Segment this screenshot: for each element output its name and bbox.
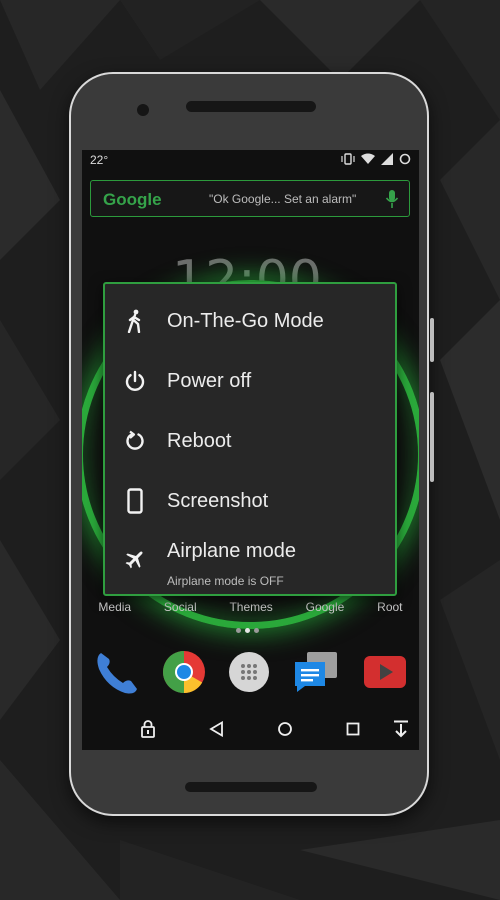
page-dot: [254, 628, 259, 633]
menu-item-airplane-mode[interactable]: Airplane mode Airplane mode is OFF: [105, 532, 395, 590]
menu-item-reboot[interactable]: Reboot: [105, 412, 395, 470]
recents-icon[interactable]: [342, 718, 364, 740]
category-root[interactable]: Root: [377, 600, 402, 614]
app-drawer-icon[interactable]: [228, 651, 270, 693]
reboot-icon: [124, 430, 146, 452]
home-categories: Media Social Themes Google Root: [82, 600, 419, 614]
menu-label: Airplane mode: [167, 540, 296, 562]
menu-item-power-off[interactable]: Power off: [105, 352, 395, 410]
phone-icon[interactable]: [93, 649, 139, 695]
wifi-icon: [361, 153, 375, 164]
side-button-top: [430, 318, 434, 362]
back-icon[interactable]: [206, 718, 228, 740]
search-hint: "Ok Google... Set an alarm": [209, 192, 357, 206]
bottom-speaker: [185, 782, 317, 792]
messages-icon[interactable]: [293, 650, 339, 694]
signal-icon: [381, 153, 393, 165]
vibrate-icon: [341, 153, 355, 165]
chrome-icon[interactable]: [162, 650, 206, 694]
power-menu: On-The-Go Mode Power off Reboot Screensh…: [103, 282, 397, 596]
google-logo: Google: [103, 190, 162, 209]
status-bar: 22°: [82, 150, 419, 172]
menu-item-on-the-go-mode[interactable]: On-The-Go Mode: [105, 292, 395, 350]
home-icon[interactable]: [274, 718, 296, 740]
menu-label: Power off: [167, 370, 252, 392]
notification-pull-down-icon[interactable]: [390, 718, 412, 740]
earpiece-speaker: [186, 101, 316, 112]
page-indicator: [236, 628, 259, 633]
phone-screenshot-icon: [124, 488, 146, 514]
menu-sublabel: Airplane mode is OFF: [167, 574, 284, 588]
category-media[interactable]: Media: [98, 600, 131, 614]
menu-label: Screenshot: [167, 490, 269, 512]
youtube-icon[interactable]: [362, 652, 408, 692]
menu-item-screenshot[interactable]: Screenshot: [105, 472, 395, 530]
front-camera: [137, 104, 149, 116]
category-social[interactable]: Social: [164, 600, 197, 614]
navigation-bar: [82, 710, 419, 750]
lock-icon[interactable]: [137, 718, 159, 740]
google-search-bar[interactable]: Google "Ok Google... Set an alarm": [90, 180, 410, 217]
side-button-volume: [430, 392, 434, 482]
menu-label: On-The-Go Mode: [167, 310, 324, 332]
category-google[interactable]: Google: [306, 600, 345, 614]
status-temperature: 22°: [90, 153, 109, 167]
battery-icon: [399, 153, 411, 165]
app-dock: [82, 647, 419, 697]
category-themes[interactable]: Themes: [229, 600, 272, 614]
page-dot: [236, 628, 241, 633]
power-icon: [124, 370, 146, 392]
walking-person-icon: [124, 309, 146, 333]
page-dot-active: [245, 628, 250, 633]
microphone-icon[interactable]: [385, 189, 399, 209]
menu-label: Reboot: [167, 430, 232, 452]
airplane-icon: [124, 548, 146, 570]
